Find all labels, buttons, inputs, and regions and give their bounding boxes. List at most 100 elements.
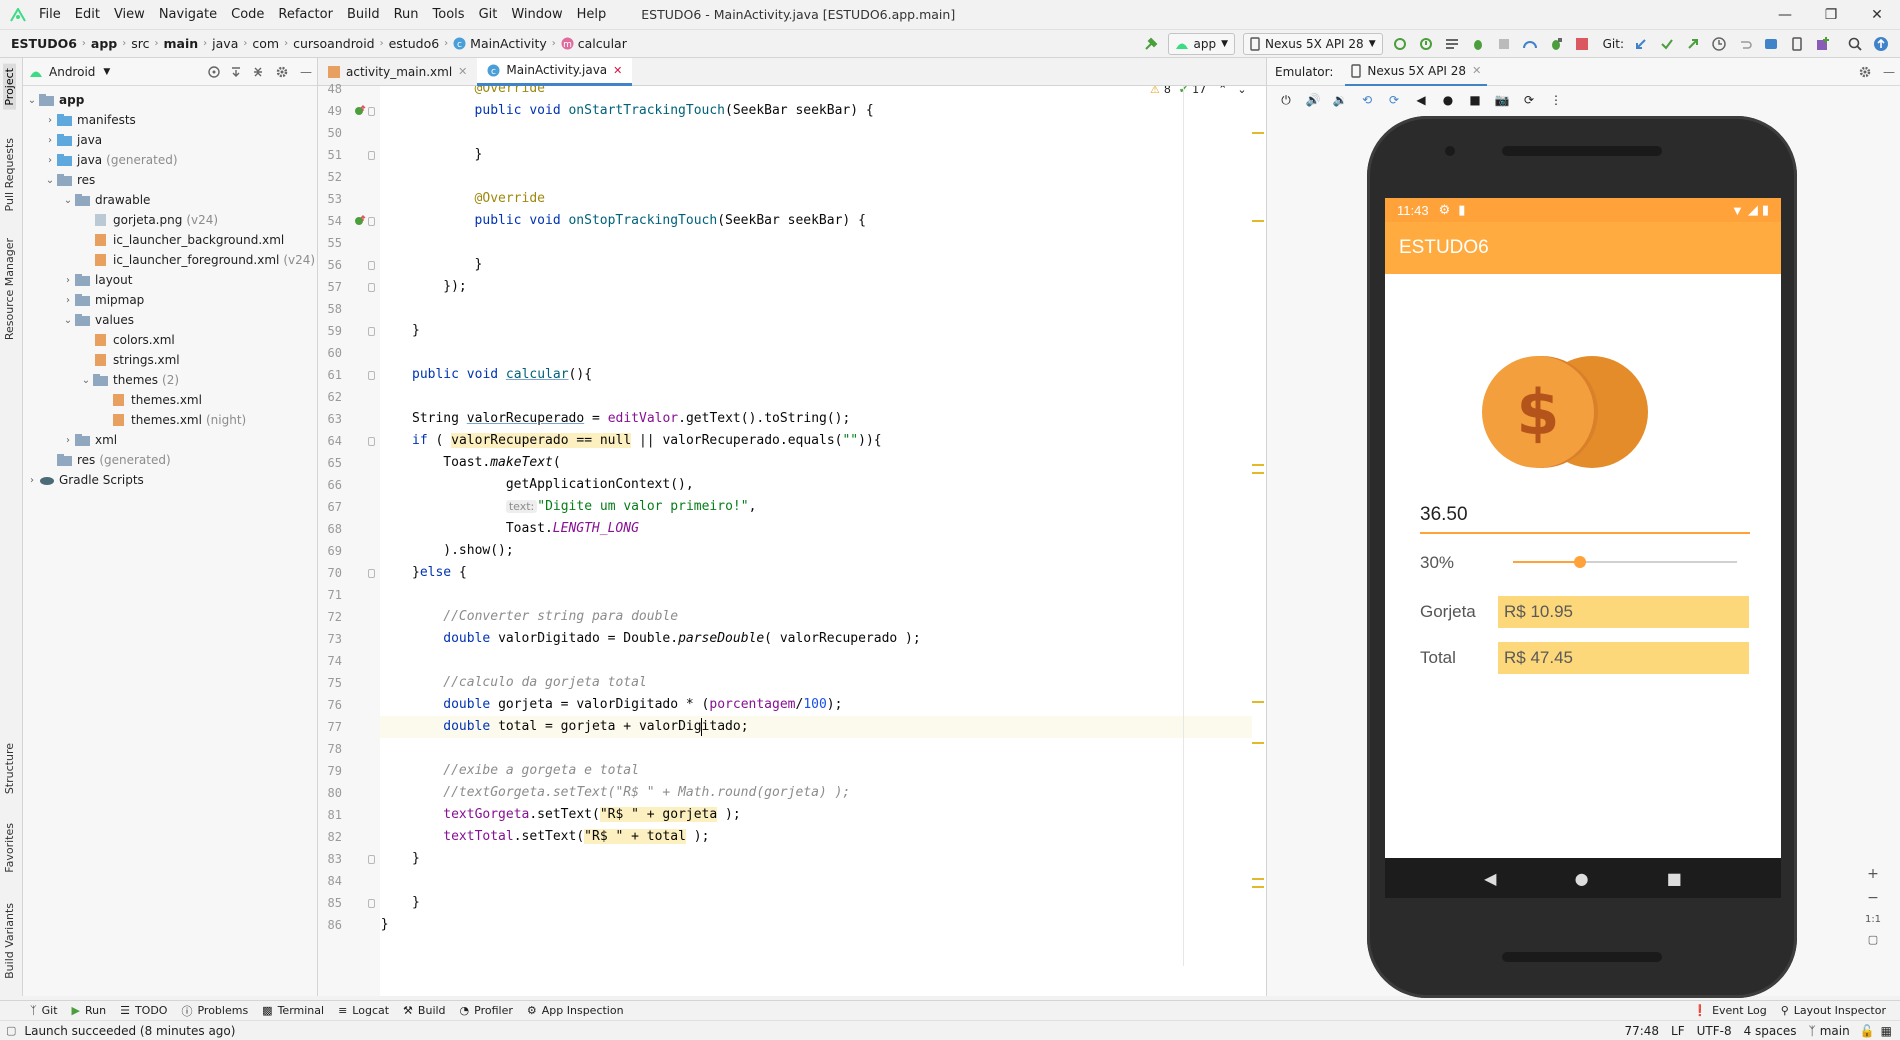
restore-button[interactable]: ❐ (1808, 0, 1854, 30)
chevron-right-icon[interactable]: › (43, 115, 57, 126)
power-icon[interactable]: ⏻ (1275, 93, 1297, 108)
git-update-icon[interactable] (1630, 33, 1652, 55)
line-number[interactable]: 61 (328, 364, 342, 386)
tool-tab-resource-manager[interactable]: Resource Manager (3, 238, 16, 340)
tree-item[interactable]: › Gradle Scripts (23, 470, 317, 490)
sync-gradle-icon[interactable] (1760, 33, 1782, 55)
seekbar-thumb[interactable] (1574, 556, 1587, 568)
warning-marker[interactable] (1252, 132, 1264, 134)
device-manager-icon[interactable] (1786, 33, 1808, 55)
tool-logcat[interactable]: ≡ Logcat (338, 1004, 389, 1017)
line-number[interactable]: 50 (328, 122, 342, 144)
fold-marker-icon[interactable] (368, 217, 375, 226)
minimize-button[interactable]: — (1762, 0, 1808, 30)
line-number[interactable]: 59 (328, 320, 342, 342)
chevron-right-icon[interactable]: › (61, 435, 75, 446)
code-line[interactable]: } (412, 892, 420, 914)
git-commit-icon[interactable] (1656, 33, 1678, 55)
more-options-icon[interactable]: ⋮ (1545, 93, 1567, 107)
line-number[interactable]: 71 (328, 584, 342, 606)
line-number[interactable]: 62 (328, 386, 342, 408)
tool-profiler[interactable]: ◔ Profiler (460, 1004, 513, 1017)
tree-item[interactable]: res (generated) (23, 450, 317, 470)
line-number[interactable]: 78 (328, 738, 342, 760)
tool-tab-favorites[interactable]: Favorites (3, 823, 16, 873)
menu-git[interactable]: Git (472, 7, 505, 22)
breadcrumb-estudo6[interactable]: estudo6 (384, 36, 445, 51)
line-separator[interactable]: LF (1671, 1024, 1685, 1038)
value-input[interactable]: 36.50 (1420, 498, 1750, 534)
line-number[interactable]: 60 (328, 342, 342, 364)
home-icon[interactable]: ● (1437, 93, 1459, 107)
git-push-icon[interactable] (1682, 33, 1704, 55)
code-line[interactable]: Toast.LENGTH_LONG (506, 518, 639, 540)
tool-event-log[interactable]: ❗ Event Log (1693, 1004, 1766, 1017)
code-line[interactable]: //textGorgeta.setText("R$ " + Math.round… (443, 782, 850, 804)
fold-marker-icon[interactable] (368, 437, 375, 446)
nav-back-icon[interactable]: ◀ (1484, 869, 1496, 888)
tree-item[interactable]: › manifests (23, 110, 317, 130)
close-tab-icon[interactable]: ✕ (613, 64, 622, 77)
breadcrumb-com[interactable]: com (247, 36, 284, 51)
code-line[interactable]: double gorjeta = valorDigitado * (porcen… (443, 694, 842, 716)
code-line[interactable]: //exibe a gorgeta e total (443, 760, 639, 782)
search-everywhere-icon[interactable] (1844, 33, 1866, 55)
close-tab-icon[interactable]: ✕ (1472, 64, 1481, 77)
menu-refactor[interactable]: Refactor (271, 7, 340, 22)
zoom-actual-size[interactable]: 1:1 (1865, 914, 1881, 925)
status-toggle-icon[interactable]: ▢ (6, 1024, 16, 1037)
editor-error-stripe[interactable] (1252, 86, 1266, 966)
locate-file-icon[interactable] (203, 65, 225, 79)
tool-tab-build-variants[interactable]: Build Variants (3, 903, 16, 979)
breadcrumb-cursoandroid[interactable]: cursoandroid (288, 36, 380, 51)
overview-icon[interactable]: ■ (1464, 93, 1486, 107)
override-method-icon[interactable] (354, 215, 366, 227)
emulator-device-tab[interactable]: Nexus 5X API 28 ✕ (1345, 58, 1488, 86)
tree-item[interactable]: › java (23, 130, 317, 150)
caret-position[interactable]: 77:48 (1624, 1024, 1659, 1038)
line-number[interactable]: 69 (328, 540, 342, 562)
line-number[interactable]: 66 (328, 474, 342, 496)
volume-up-icon[interactable]: 🔊 (1302, 93, 1324, 107)
code-line[interactable]: Toast.makeText( (443, 452, 560, 474)
line-number[interactable]: 51 (328, 144, 342, 166)
breadcrumb-project[interactable]: ESTUDO6 (6, 36, 82, 51)
zoom-fit-icon[interactable]: ▢ (1868, 933, 1878, 946)
rotate-right-icon[interactable]: ⟳ (1383, 93, 1405, 107)
tree-item[interactable]: themes.xml (night) (23, 410, 317, 430)
fold-marker-icon[interactable] (368, 371, 375, 380)
line-number[interactable]: 79 (328, 760, 342, 782)
chevron-down-icon[interactable]: ⌄ (61, 315, 75, 326)
tool-layout-inspector[interactable]: ⚲ Layout Inspector (1781, 1004, 1886, 1017)
tool-tab-pull-requests[interactable]: Pull Requests (3, 138, 16, 211)
tree-item[interactable]: › mipmap (23, 290, 317, 310)
nav-recents-icon[interactable]: ■ (1667, 869, 1682, 888)
warning-marker[interactable] (1252, 742, 1264, 744)
lock-icon[interactable]: 🔓 (1860, 1024, 1875, 1038)
warning-marker[interactable] (1252, 220, 1264, 222)
tip-seekbar[interactable] (1513, 556, 1737, 568)
chevron-right-icon[interactable]: › (43, 155, 57, 166)
code-line[interactable]: if ( valorRecuperado == null || valorRec… (412, 430, 882, 452)
device-dropdown[interactable]: Nexus 5X API 28 ▼ (1243, 32, 1383, 55)
warning-marker[interactable] (1252, 878, 1264, 880)
code-line[interactable]: }else { (412, 562, 467, 584)
tree-item[interactable]: strings.xml (23, 350, 317, 370)
tree-item[interactable]: ⌄ drawable (23, 190, 317, 210)
line-number[interactable]: 54 (328, 210, 342, 232)
expand-all-icon[interactable] (225, 65, 247, 79)
line-number[interactable]: 52 (328, 166, 342, 188)
tool-run[interactable]: ▶ Run (72, 1004, 107, 1017)
line-number[interactable]: 55 (328, 232, 342, 254)
line-number[interactable]: 85 (328, 892, 342, 914)
tree-item[interactable]: ⌄ values (23, 310, 317, 330)
line-number[interactable]: 86 (328, 914, 342, 936)
chevron-down-icon[interactable]: ⌄ (25, 95, 39, 106)
tool-tab-structure[interactable]: Structure (3, 743, 16, 794)
line-number[interactable]: 81 (328, 804, 342, 826)
code-editor[interactable]: ⚠ 8 ✔ 17 ⌃ ⌄ @Override public void onStar… (380, 86, 1266, 996)
tool-build[interactable]: ⚒ Build (403, 1004, 446, 1017)
fold-marker-icon[interactable] (368, 107, 375, 116)
code-line[interactable]: //Converter string para double (443, 606, 678, 628)
close-tab-icon[interactable]: ✕ (458, 65, 467, 78)
